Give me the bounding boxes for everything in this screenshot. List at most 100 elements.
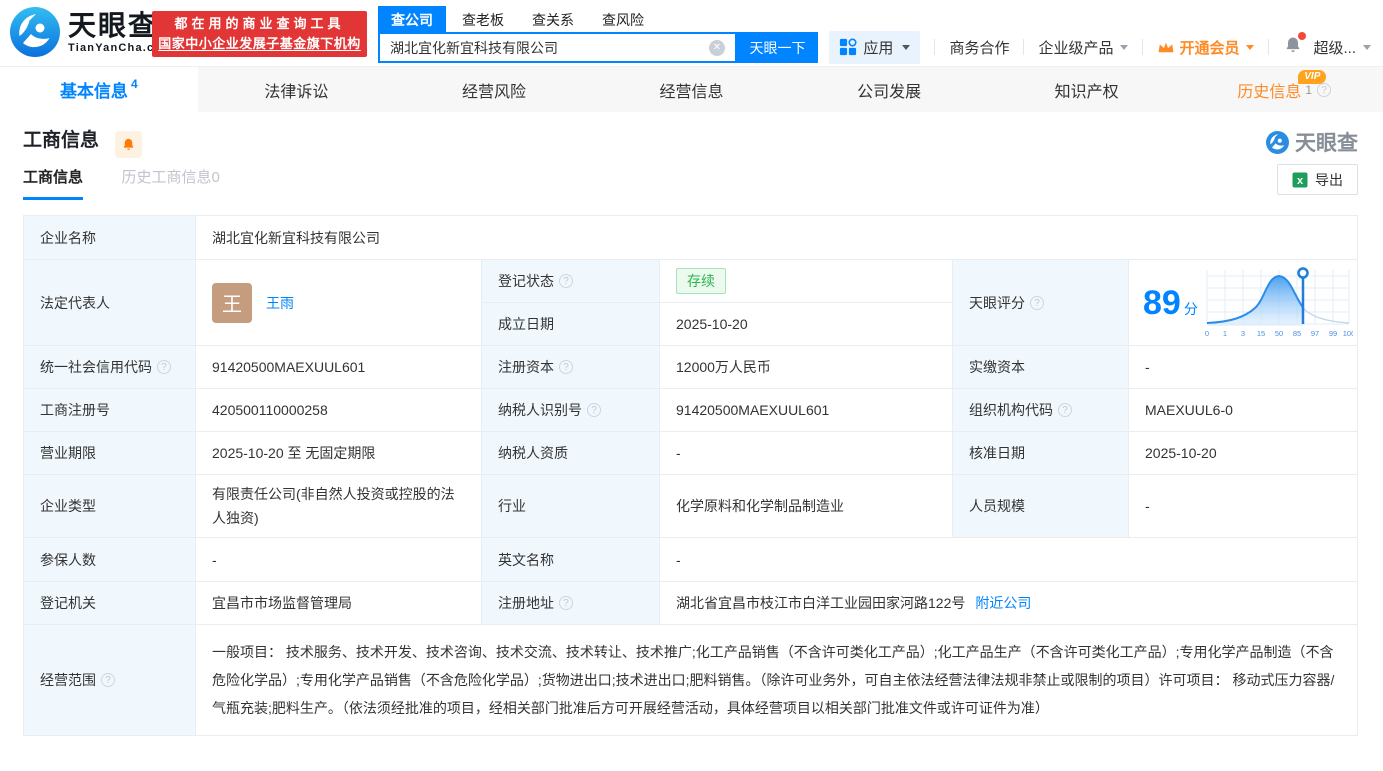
establish-date-label: 成立日期 <box>482 302 660 345</box>
help-icon[interactable]: ? <box>587 403 601 417</box>
reg-address-value: 湖北省宜昌市枝江市白洋工业园田家河路122号 附近公司 <box>660 581 1357 624</box>
industry-value: 化学原料和化学制品制造业 <box>660 474 953 537</box>
section-title: 工商信息 <box>23 130 100 151</box>
search-button[interactable]: 天眼一下 <box>737 32 818 63</box>
chevron-down-icon <box>902 44 911 50</box>
status-badge: 存续 <box>676 268 726 294</box>
search-tab-boss[interactable]: 查老板 <box>462 10 504 30</box>
score-label: 天眼评分 ? <box>953 259 1129 345</box>
divider <box>1142 39 1144 55</box>
svg-text:15: 15 <box>1257 329 1265 338</box>
reg-status-label: 登记状态 ? <box>482 259 660 302</box>
search-tabs: 查公司 查老板 查关系 查风险 <box>378 6 672 34</box>
table-row: 参保人数 - 英文名称 - <box>24 537 1357 581</box>
reg-authority-value: 宜昌市市场监督管理局 <box>196 581 482 624</box>
score-unit: 分 <box>1183 300 1198 317</box>
tianyancha-watermark: 天眼查 <box>1266 127 1358 157</box>
nav-enterprise-products[interactable]: 企业级产品 <box>1038 37 1129 58</box>
tianyancha-company-page: 天眼查 TianYanCha.com 都在用的商业查询工具 国家中小企业发展子基… <box>0 0 1383 771</box>
tab-company-development[interactable]: 公司发展 <box>790 67 988 112</box>
search-tab-company[interactable]: 查公司 <box>378 6 446 34</box>
section-header: 工商信息 天眼查 <box>23 112 1358 158</box>
help-icon[interactable]: ? <box>559 274 573 288</box>
help-icon[interactable]: ? <box>157 360 171 374</box>
subtab-row: 工商信息 历史工商信息0 x 导出 <box>23 164 1358 206</box>
table-row: 登记机关 宜昌市市场监督管理局 注册地址? 湖北省宜昌市枝江市白洋工业园田家河路… <box>24 581 1357 624</box>
legal-rep-avatar[interactable]: 王 <box>212 282 252 323</box>
help-icon[interactable]: ? <box>101 673 115 687</box>
establish-date-value: 2025-10-20 <box>660 302 953 345</box>
help-icon[interactable]: ? <box>1058 403 1072 417</box>
credit-code-label: 统一社会信用代码? <box>24 345 196 388</box>
notifications-bell[interactable] <box>1283 31 1307 60</box>
apps-label: 应用 <box>863 39 894 57</box>
divider <box>934 39 936 55</box>
table-row: 工商注册号 420500110000258 纳税人识别号? 91420500MA… <box>24 388 1357 431</box>
reg-capital-value: 12000万人民币 <box>660 345 953 388</box>
clear-search-icon[interactable]: ✕ <box>709 39 725 56</box>
legal-rep-link[interactable]: 王雨 <box>266 293 294 313</box>
search-tab-risk[interactable]: 查风险 <box>602 10 644 30</box>
tab-history-info[interactable]: VIP 历史信息 1 ? <box>1185 67 1383 112</box>
nav-business-coop[interactable]: 商务合作 <box>949 37 1009 58</box>
taxpayer-quality-value: - <box>660 431 953 474</box>
tianyancha-logo[interactable]: 天眼查 TianYanCha.com <box>10 7 173 57</box>
legal-rep-label: 法定代表人 <box>24 259 196 345</box>
tab-business-info[interactable]: 经营信息 <box>593 67 791 112</box>
help-icon[interactable]: ? <box>559 596 573 610</box>
business-scope-label: 经营范围? <box>24 624 196 735</box>
company-detail-tabs: 基本信息 4 法律诉讼 经营风险 经营信息 公司发展 知识产权 VIP 历史信息… <box>0 66 1383 112</box>
subtab-history-business-info[interactable]: 历史工商信息0 <box>121 166 219 200</box>
business-term-value: 2025-10-20 至 无固定期限 <box>196 431 482 474</box>
user-account-menu[interactable]: 超级... <box>1313 37 1371 58</box>
crown-icon <box>1158 42 1174 53</box>
legal-rep-value: 王 王雨 <box>196 259 482 345</box>
table-row: 企业类型 有限责任公司(非自然人投资或控股的法人独资) 行业 化学原料和化学制品… <box>24 474 1357 537</box>
nearby-companies-link[interactable]: 附近公司 <box>975 593 1031 613</box>
business-scope-value: 一般项目： 技术服务、技术开发、技术咨询、技术交流、技术转让、技术推广;化工产品… <box>196 624 1357 735</box>
top-header: 天眼查 TianYanCha.com 都在用的商业查询工具 国家中小企业发展子基… <box>0 0 1383 66</box>
svg-text:50: 50 <box>1275 329 1283 338</box>
chevron-down-icon <box>1246 44 1255 50</box>
search-input[interactable] <box>380 39 709 56</box>
notification-dot <box>1298 31 1307 40</box>
approval-date-label: 核准日期 <box>953 431 1129 474</box>
score-distribution-chart: 0 1 3 15 50 85 97 99 100 <box>1205 266 1353 338</box>
tianyancha-logo-icon <box>10 7 60 57</box>
taxpayer-id-value: 91420500MAEXUUL601 <box>660 388 953 431</box>
excel-icon: x <box>1292 172 1308 187</box>
apps-menu[interactable]: 应用 <box>829 30 921 64</box>
divider <box>1023 39 1025 55</box>
insured-count-value: - <box>196 537 482 581</box>
search-tab-relation[interactable]: 查关系 <box>532 10 574 30</box>
svg-text:99: 99 <box>1329 329 1337 338</box>
table-row: 营业期限 2025-10-20 至 无固定期限 纳税人资质 - 核准日期 202… <box>24 431 1357 474</box>
chevron-down-icon <box>1363 44 1371 50</box>
reg-number-label: 工商注册号 <box>24 388 196 431</box>
nav-open-vip[interactable]: 开通会员 <box>1157 37 1255 58</box>
vip-badge: VIP <box>1298 70 1327 84</box>
subtab-business-info[interactable]: 工商信息 <box>23 166 84 200</box>
tab-intellectual-property[interactable]: 知识产权 <box>988 67 1186 112</box>
taxpayer-id-label: 纳税人识别号? <box>482 388 660 431</box>
table-row: 经营范围? 一般项目： 技术服务、技术开发、技术咨询、技术交流、技术转让、技术推… <box>24 624 1357 735</box>
top-nav: 应用 商务合作 企业级产品 开通会员 超级... <box>829 30 1371 64</box>
org-code-label: 组织机构代码? <box>953 388 1129 431</box>
business-info-section: 工商信息 天眼查 工商信息 历史工商信息0 x 导出 企业名称 湖北宜化新宜科技… <box>0 112 1383 736</box>
table-row: 企业名称 湖北宜化新宜科技有限公司 <box>24 216 1357 259</box>
tab-basic-info[interactable]: 基本信息 4 <box>0 67 198 112</box>
reg-address-label: 注册地址? <box>482 581 660 624</box>
subscribe-bell-button[interactable] <box>115 131 143 158</box>
export-button[interactable]: x 导出 <box>1277 164 1358 195</box>
company-name-value: 湖北宜化新宜科技有限公司 <box>196 216 1357 259</box>
svg-text:1: 1 <box>1223 329 1227 338</box>
tab-business-risk[interactable]: 经营风险 <box>395 67 593 112</box>
search-input-wrap: ✕ <box>378 32 737 63</box>
help-icon[interactable]: ? <box>1317 82 1332 97</box>
svg-text:3: 3 <box>1241 329 1245 338</box>
score-value: 89 分 0 1 3 15 50 85 97 99 10 <box>1129 259 1357 345</box>
tab-legal-litigation[interactable]: 法律诉讼 <box>198 67 396 112</box>
divider <box>1268 39 1270 55</box>
help-icon[interactable]: ? <box>559 360 573 374</box>
help-icon[interactable]: ? <box>1030 295 1044 310</box>
